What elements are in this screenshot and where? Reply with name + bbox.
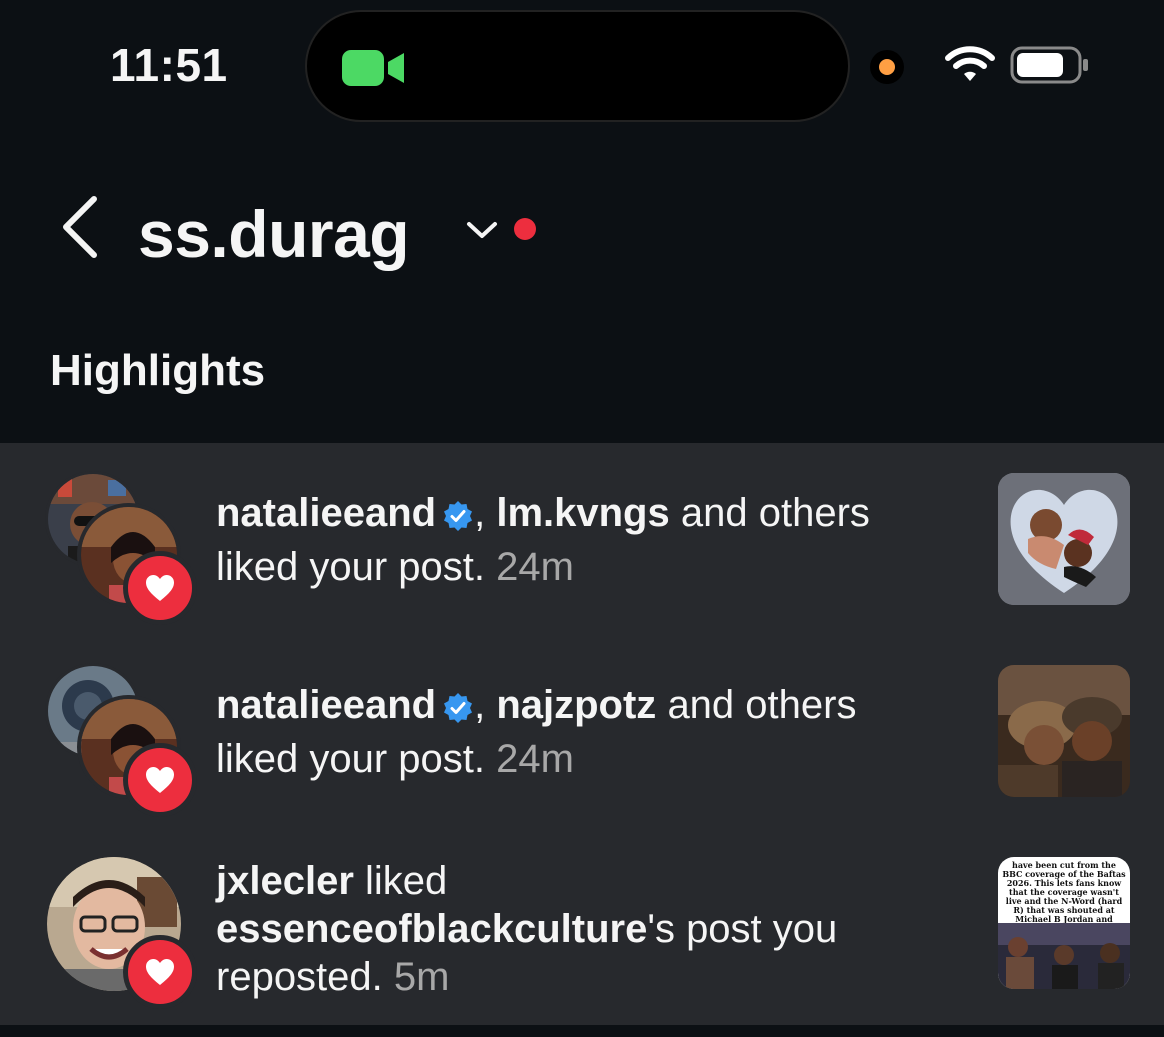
battery-icon — [1010, 46, 1090, 89]
notification-row[interactable]: jxlecler liked essenceofblackculture's po… — [0, 827, 1164, 1017]
facetime-camera-icon — [342, 50, 404, 91]
heart-icon — [123, 743, 197, 817]
post-thumbnail[interactable] — [998, 665, 1130, 797]
username-link[interactable]: natalieeand — [216, 491, 436, 535]
username-link[interactable]: najzpotz — [496, 683, 656, 727]
stacked-avatars[interactable] — [45, 471, 197, 625]
verified-badge-icon — [442, 495, 474, 543]
timestamp: 24m — [496, 545, 574, 589]
dynamic-island[interactable] — [305, 10, 850, 122]
chevron-left-icon[interactable] — [60, 195, 100, 264]
separator: , — [474, 683, 486, 727]
post-thumbnail[interactable]: have been cut from the BBC coverage of t… — [998, 857, 1130, 989]
notifications-screen: 11:51 ss.durag Highlights natalieeand , … — [0, 0, 1164, 1037]
notification-text: natalieeand, lm.kvngs and others liked yo… — [216, 489, 976, 591]
rest-text: and others — [680, 491, 870, 535]
wifi-icon — [945, 44, 995, 89]
action-text: liked — [365, 859, 448, 903]
heart-icon — [123, 935, 197, 1009]
verified-badge-icon — [442, 687, 474, 735]
heart-icon — [123, 551, 197, 625]
header: ss.durag — [0, 160, 1164, 310]
notification-row[interactable]: natalieeand, najzpotz and others liked yo… — [0, 635, 1164, 825]
status-time: 11:51 — [110, 39, 228, 91]
notification-text: natalieeand, najzpotz and others liked yo… — [216, 681, 976, 783]
timestamp: 24m — [496, 737, 574, 781]
notification-list: natalieeand, lm.kvngs and others liked yo… — [0, 443, 1164, 1025]
section-title: Highlights — [50, 346, 266, 395]
username-link[interactable]: essenceofblackculture — [216, 907, 647, 951]
chevron-down-icon[interactable] — [466, 220, 498, 245]
avatar-container[interactable] — [45, 855, 197, 1009]
separator: , — [474, 491, 486, 535]
action-text: liked your post. — [216, 737, 486, 781]
status-bar: 11:51 — [0, 0, 1164, 140]
mic-indicator-icon — [870, 50, 904, 84]
username-link[interactable]: lm.kvngs — [496, 491, 669, 535]
action-text: liked your post. — [216, 545, 486, 589]
bottom-strip — [0, 1025, 1164, 1037]
account-switcher-username[interactable]: ss.durag — [138, 196, 410, 272]
rest-text: and others — [667, 683, 857, 727]
notification-text: jxlecler liked essenceofblackculture's po… — [216, 857, 976, 1001]
username-link[interactable]: jxlecler — [216, 859, 354, 903]
timestamp: 5m — [393, 955, 450, 999]
notification-row[interactable]: natalieeand, lm.kvngs and others liked yo… — [0, 443, 1164, 633]
post-thumbnail[interactable] — [998, 473, 1130, 605]
username-link[interactable]: natalieeand — [216, 683, 436, 727]
stacked-avatars[interactable] — [45, 663, 197, 817]
notification-dot — [514, 218, 536, 240]
